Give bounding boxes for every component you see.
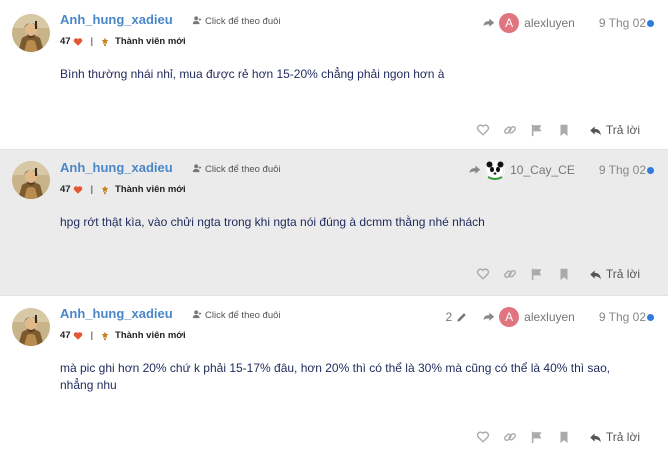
- post-content: Bình thường nhái nhỉ, mua được rẻ hơn 15…: [60, 67, 445, 81]
- reply-to-avatar[interactable]: A: [499, 307, 520, 327]
- post-actions: Trả lời: [475, 123, 640, 137]
- post-date[interactable]: 9 Thg 02: [599, 310, 646, 324]
- reply-icon: [589, 268, 602, 281]
- post-actions: Trả lời: [475, 430, 640, 444]
- bookmark-icon[interactable]: [556, 123, 573, 137]
- follow-user-icon: [192, 163, 202, 173]
- badge-icon: [100, 331, 110, 341]
- like-count: 47: [60, 184, 71, 195]
- reply-button[interactable]: Trả lời: [589, 123, 640, 137]
- post-header-info: 2 A alexluyen 9 Thg 02: [445, 306, 646, 328]
- like-count: 47: [60, 330, 71, 341]
- like-icon[interactable]: [475, 430, 492, 444]
- reply-to-icon[interactable]: [468, 164, 481, 177]
- reply-button[interactable]: Trả lời: [589, 267, 640, 281]
- like-count: 47: [60, 36, 71, 47]
- bookmark-icon[interactable]: [556, 430, 573, 444]
- user-meta: 47 | Thành viên mới: [60, 36, 186, 47]
- user-title: Thành viên mới: [115, 36, 186, 47]
- post-header-info: A alexluyen 9 Thg 02: [482, 12, 646, 34]
- reply-to-name[interactable]: alexluyen: [524, 310, 575, 324]
- avatar[interactable]: [12, 161, 50, 199]
- follow-button[interactable]: Click để theo đuôi: [192, 163, 281, 175]
- post-date[interactable]: 9 Thg 02: [599, 16, 646, 30]
- edit-history-button[interactable]: 2: [445, 310, 468, 324]
- reply-label: Trả lời: [605, 123, 640, 137]
- reply-label: Trả lời: [605, 430, 640, 444]
- reply-to-icon[interactable]: [482, 17, 495, 30]
- unread-dot: [647, 20, 654, 27]
- like-icon[interactable]: [475, 123, 492, 137]
- badge-icon: [100, 185, 110, 195]
- badge-icon: [100, 37, 110, 47]
- flag-icon[interactable]: [529, 430, 546, 444]
- post-3: Anh_hung_xadieu Click để theo đuôi 47 | …: [0, 296, 668, 452]
- meta-separator: |: [90, 330, 94, 341]
- unread-dot: [647, 167, 654, 174]
- username[interactable]: Anh_hung_xadieu: [60, 306, 173, 321]
- user-title: Thành viên mới: [115, 330, 186, 341]
- post-1: Anh_hung_xadieu Click để theo đuôi 47 | …: [0, 0, 668, 150]
- reply-label: Trả lời: [605, 267, 640, 281]
- reply-to-name[interactable]: 10_Cay_CE: [510, 163, 575, 177]
- flag-icon[interactable]: [529, 123, 546, 137]
- link-icon[interactable]: [502, 267, 519, 281]
- follow-button[interactable]: Click để theo đuôi: [192, 309, 281, 321]
- user-title: Thành viên mới: [115, 184, 186, 195]
- meta-separator: |: [90, 184, 94, 195]
- reply-to-name[interactable]: alexluyen: [524, 16, 575, 30]
- post-2: Anh_hung_xadieu Click để theo đuôi 47 | …: [0, 150, 668, 296]
- post-header-info: 10_Cay_CE 9 Thg 02: [468, 159, 646, 181]
- meta-separator: |: [90, 36, 94, 47]
- edit-count: 2: [445, 310, 453, 324]
- reply-icon: [589, 431, 602, 444]
- username[interactable]: Anh_hung_xadieu: [60, 160, 173, 175]
- post-actions: Trả lời: [475, 267, 640, 281]
- heart-icon: [73, 331, 83, 341]
- reply-icon: [589, 124, 602, 137]
- unread-dot: [647, 314, 654, 321]
- heart-icon: [73, 37, 83, 47]
- avatar[interactable]: [12, 308, 50, 346]
- follow-button[interactable]: Click để theo đuôi: [192, 15, 281, 27]
- post-date[interactable]: 9 Thg 02: [599, 163, 646, 177]
- follow-user-icon: [192, 15, 202, 25]
- username[interactable]: Anh_hung_xadieu: [60, 12, 173, 27]
- user-meta: 47 | Thành viên mới: [60, 330, 186, 341]
- panda-avatar-icon[interactable]: [485, 160, 506, 180]
- link-icon[interactable]: [502, 430, 519, 444]
- bookmark-icon[interactable]: [556, 267, 573, 281]
- reply-to-icon[interactable]: [482, 311, 495, 324]
- user-meta: 47 | Thành viên mới: [60, 184, 186, 195]
- reply-button[interactable]: Trả lời: [589, 430, 640, 444]
- follow-user-icon: [192, 309, 202, 319]
- like-icon[interactable]: [475, 267, 492, 281]
- flag-icon[interactable]: [529, 267, 546, 281]
- post-content: mà pic ghi hơn 20% chứ k phải 15-17% đâu…: [60, 361, 611, 392]
- follow-label: Click để theo đuôi: [205, 16, 281, 27]
- heart-icon: [73, 185, 83, 195]
- reply-to-avatar[interactable]: A: [499, 13, 520, 33]
- follow-label: Click để theo đuôi: [205, 310, 281, 321]
- pencil-icon: [455, 311, 468, 324]
- follow-label: Click để theo đuôi: [205, 164, 281, 175]
- avatar[interactable]: [12, 14, 50, 52]
- post-content: hpg rớt thật kìa, vào chửi ngta trong kh…: [60, 215, 485, 229]
- link-icon[interactable]: [502, 123, 519, 137]
